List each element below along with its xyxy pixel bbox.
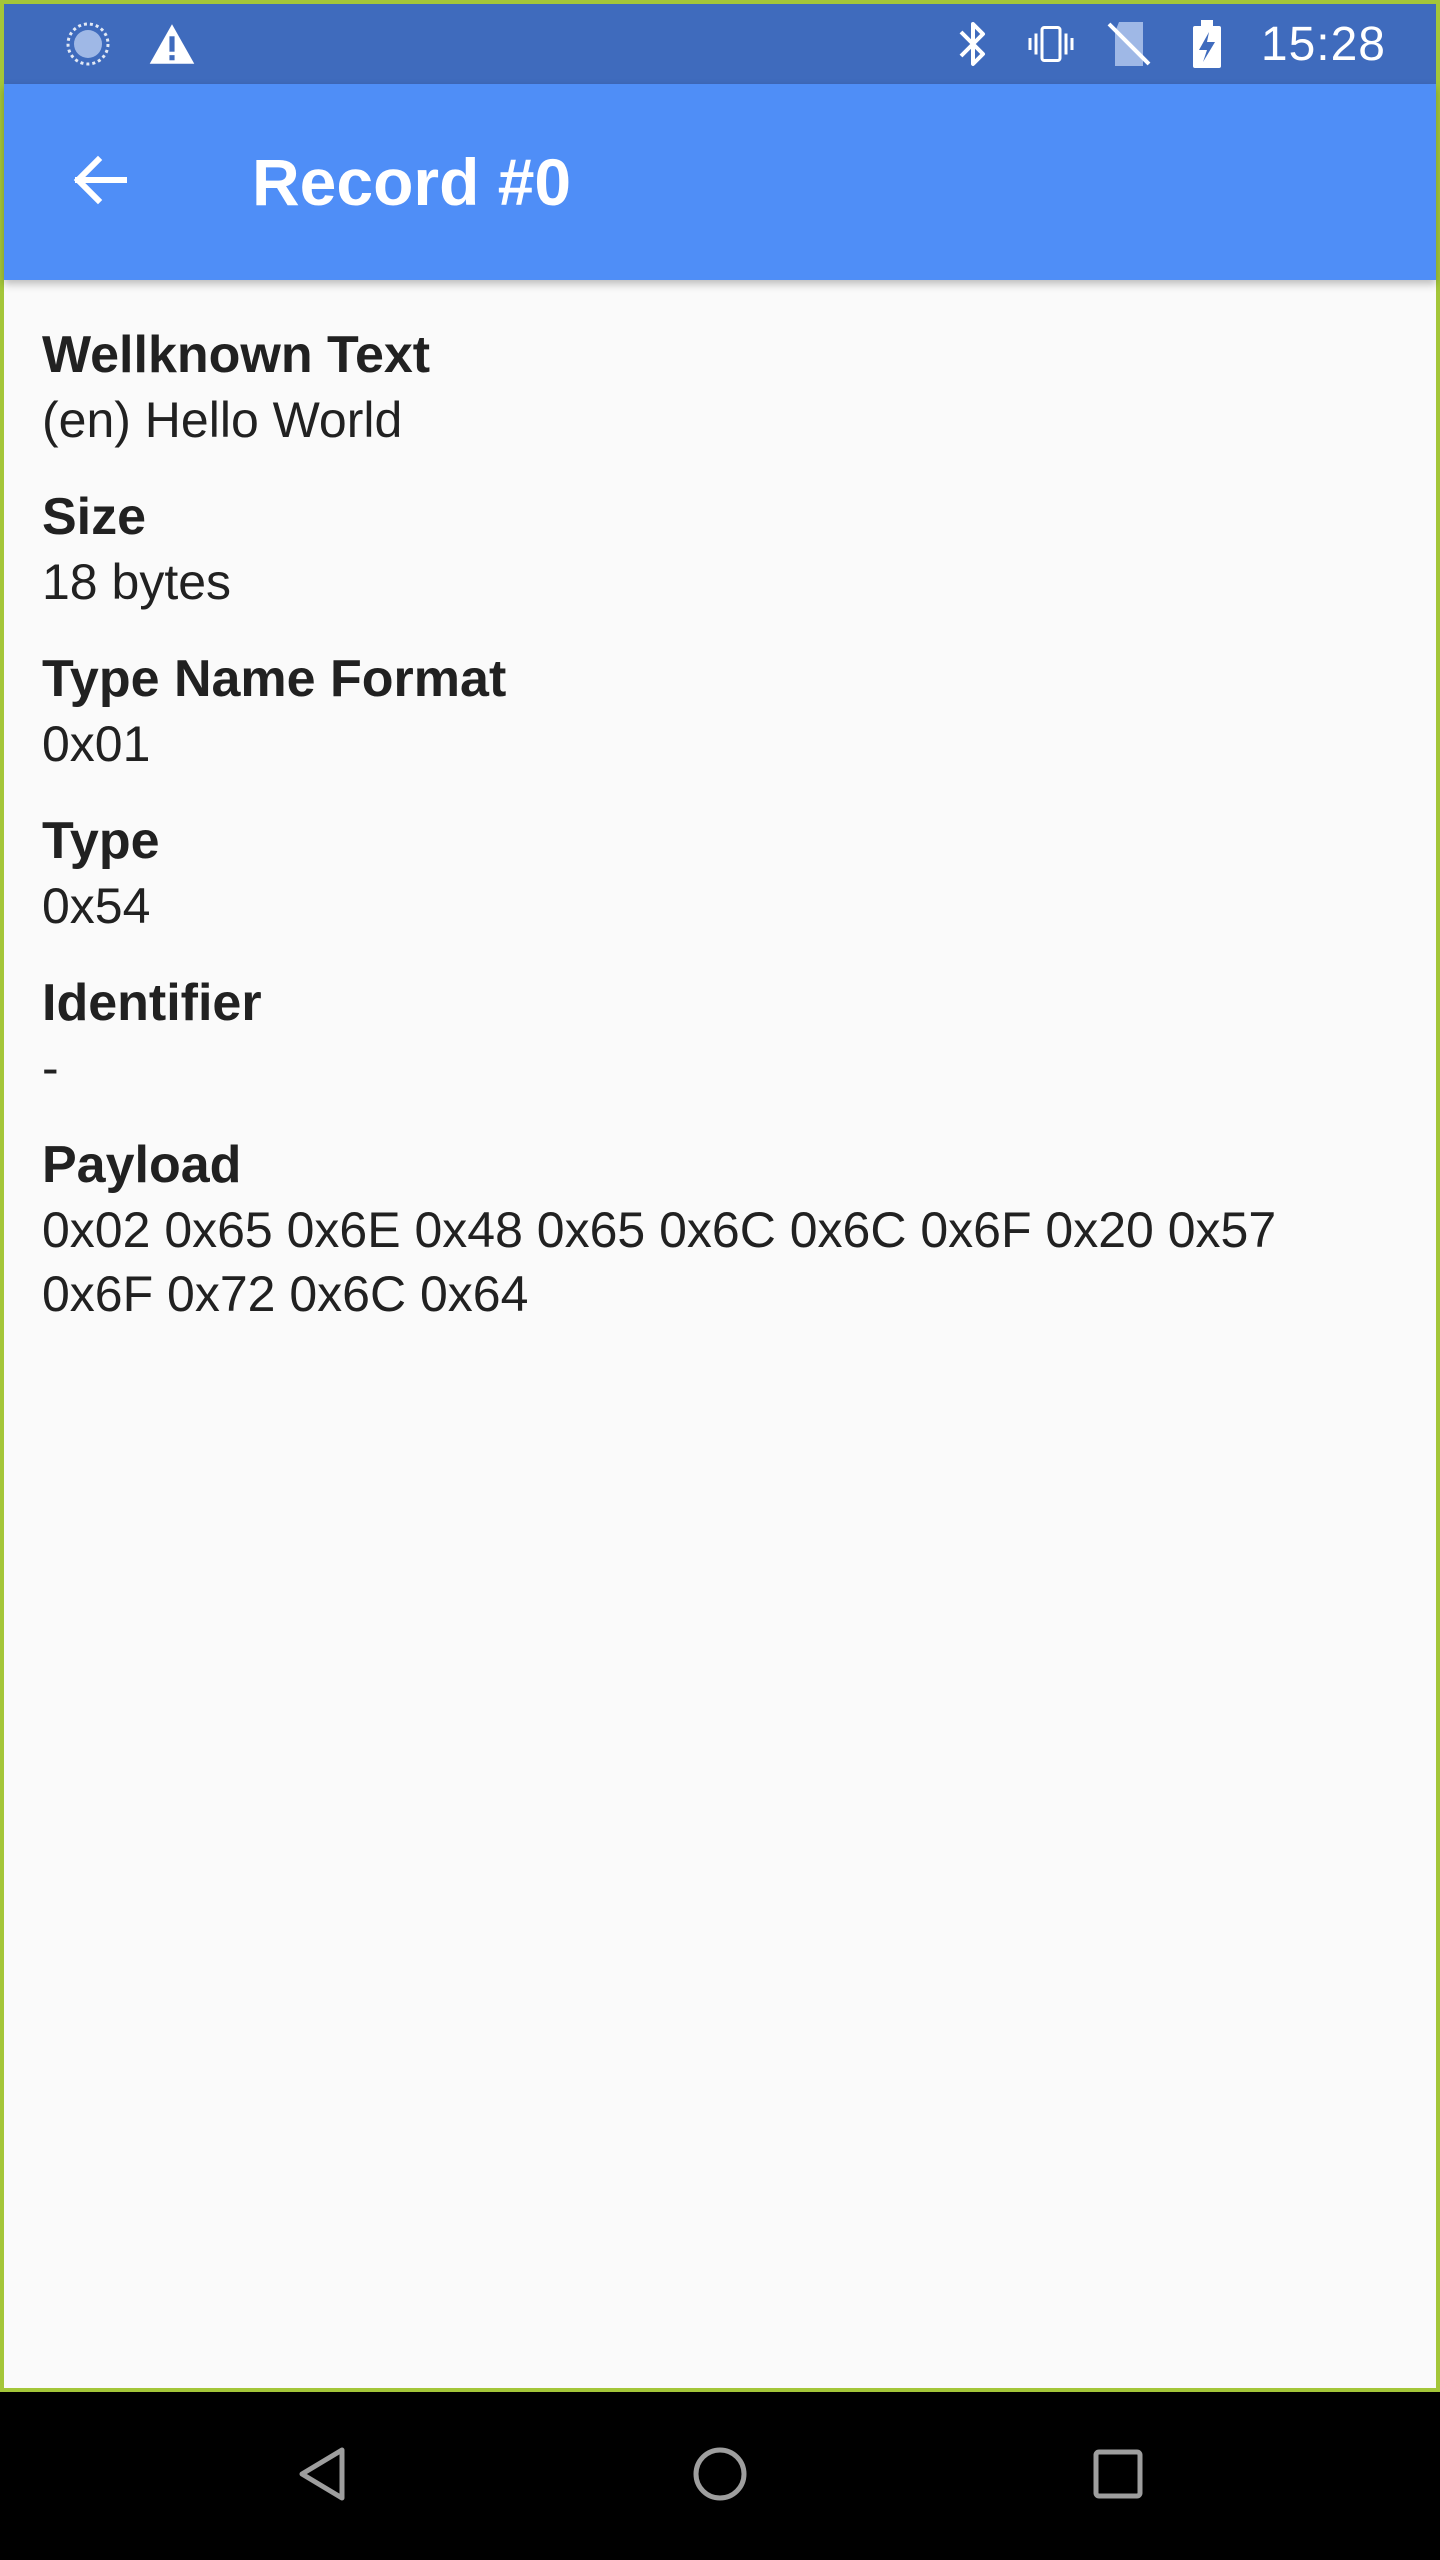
home-circle-icon: [690, 2444, 750, 2509]
field-value-line: 0x6F 0x72 0x6C 0x64: [42, 1266, 529, 1322]
field-label: Wellknown Text: [42, 326, 431, 384]
recents-square-icon: [1090, 2446, 1146, 2507]
battery-charging-icon: [1183, 20, 1231, 68]
nav-back-button[interactable]: [272, 2426, 372, 2526]
field-label: Type Name Format: [42, 650, 507, 708]
field-type-name-format: Type Name Format 0x01: [42, 646, 1402, 776]
vibrate-icon: [1027, 20, 1075, 68]
bluetooth-icon: [949, 20, 997, 68]
page-title: Record #0: [252, 145, 572, 219]
record-details: Wellknown Text (en) Hello World Size 18 …: [42, 322, 1402, 1358]
toolbar: Record #0: [4, 84, 1436, 280]
warning-icon: [148, 20, 196, 68]
no-sim-icon: [1105, 20, 1153, 68]
field-label: Type: [42, 812, 160, 870]
field-value: (en) Hello World: [42, 392, 403, 448]
status-bar: 15:28: [4, 4, 1436, 84]
field-payload: Payload 0x02 0x65 0x6E 0x48 0x65 0x6C 0x…: [42, 1132, 1402, 1326]
nav-recents-button[interactable]: [1068, 2426, 1168, 2526]
field-identifier: Identifier -: [42, 970, 1402, 1100]
navigation-bar: [0, 2392, 1440, 2560]
sync-icon: [64, 20, 112, 68]
nav-home-button[interactable]: [670, 2426, 770, 2526]
field-value: 0x54: [42, 878, 151, 934]
field-value: 0x01: [42, 716, 151, 772]
field-value-line: 0x02 0x65 0x6E 0x48 0x65 0x6C 0x6C 0x6F …: [42, 1202, 1277, 1258]
field-value: -: [42, 1040, 59, 1096]
field-value: 18 bytes: [42, 554, 232, 610]
field-type: Type 0x54: [42, 808, 1402, 938]
arrow-back-icon: [68, 148, 132, 217]
field-label: Identifier: [42, 974, 262, 1032]
back-triangle-icon: [294, 2444, 350, 2509]
back-button[interactable]: [52, 134, 148, 230]
field-label: Size: [42, 488, 147, 546]
field-size: Size 18 bytes: [42, 484, 1402, 614]
app-window: 15:28 Record #0 Wellknown Text (en) Hell…: [0, 0, 1440, 2392]
field-wellknown-text: Wellknown Text (en) Hello World: [42, 322, 1402, 452]
field-label: Payload: [42, 1136, 242, 1194]
status-time: 15:28: [1260, 17, 1386, 71]
